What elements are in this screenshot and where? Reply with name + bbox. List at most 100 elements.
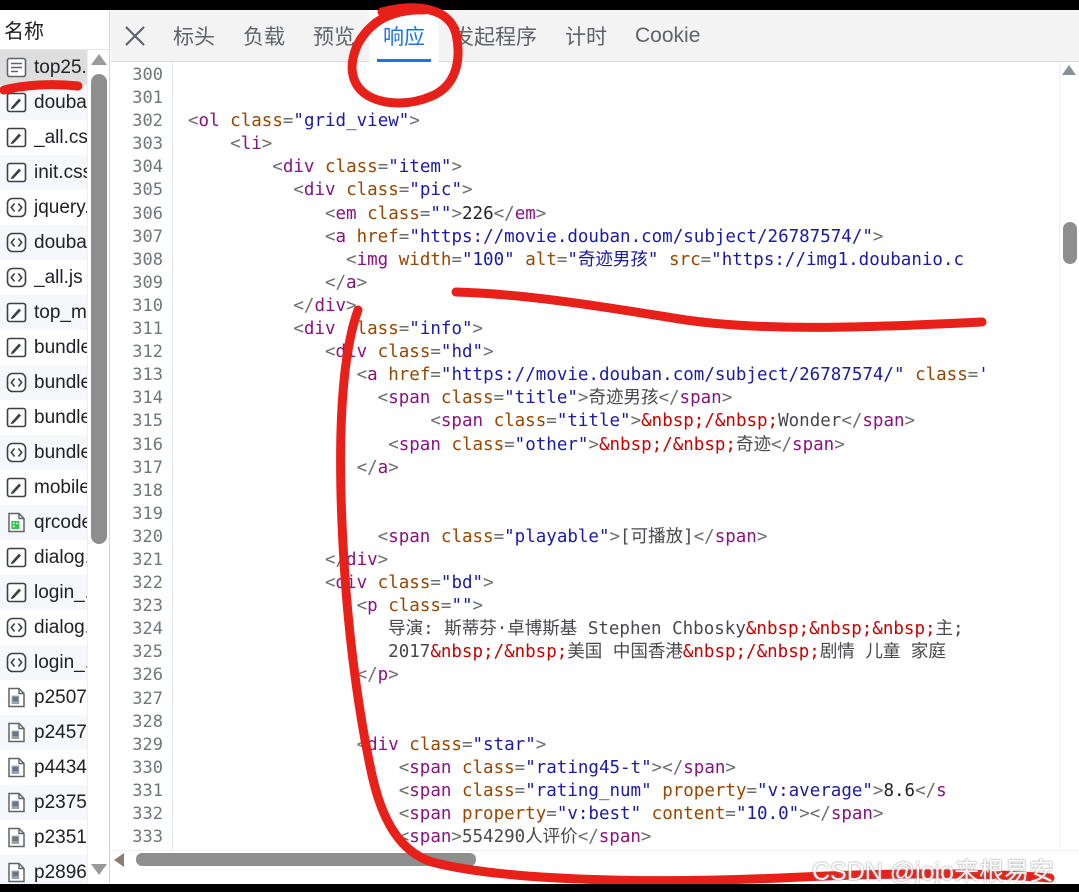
stylesheet-icon bbox=[5, 92, 27, 114]
code-line bbox=[174, 64, 1079, 87]
code-line: <span property="v:best" content="10.0"><… bbox=[174, 803, 1079, 826]
tab-item-5[interactable]: 计时 bbox=[551, 10, 621, 62]
code-line bbox=[174, 480, 1079, 503]
image-icon bbox=[5, 827, 27, 849]
line-number: 314 bbox=[111, 387, 172, 410]
document-icon bbox=[5, 57, 27, 79]
stylesheet-icon bbox=[5, 302, 27, 324]
code-vertical-scrollbar-thumb[interactable] bbox=[1063, 222, 1077, 264]
code-line bbox=[174, 503, 1079, 526]
code-line bbox=[174, 87, 1079, 110]
tab-item-2[interactable]: 预览 bbox=[299, 10, 369, 62]
code-line: </a> bbox=[174, 457, 1079, 480]
tab-response-active[interactable]: 响应 bbox=[369, 10, 439, 62]
line-number: 315 bbox=[111, 410, 172, 433]
line-number: 312 bbox=[111, 341, 172, 364]
code-line: <div class="star"> bbox=[174, 734, 1079, 757]
screenshot-root: 名称 top25...douba..._all.cssinit.cssjquer… bbox=[0, 0, 1079, 892]
sidebar-scrollbar[interactable] bbox=[87, 50, 109, 884]
tab-item-6[interactable]: Cookie bbox=[621, 10, 714, 62]
code-line: <div class="info"> bbox=[174, 318, 1079, 341]
line-number: 330 bbox=[111, 757, 172, 780]
code-line: </div> bbox=[174, 295, 1079, 318]
code-line: <div class="item"> bbox=[174, 156, 1079, 179]
code-line: <img width="100" alt="奇迹男孩" src="https:/… bbox=[174, 249, 1079, 272]
stylesheet-icon bbox=[5, 407, 27, 429]
image-icon bbox=[5, 792, 27, 814]
line-number: 329 bbox=[111, 734, 172, 757]
code-line: </a> bbox=[174, 272, 1079, 295]
line-number: 306 bbox=[111, 203, 172, 226]
script-icon bbox=[5, 197, 27, 219]
request-detail-panel: 标头负载预览响应发起程序计时Cookie 3003013023033043053… bbox=[111, 10, 1079, 884]
image-icon bbox=[5, 862, 27, 884]
line-number: 323 bbox=[111, 595, 172, 618]
code-line: <div class="hd"> bbox=[174, 341, 1079, 364]
line-number: 321 bbox=[111, 549, 172, 572]
line-number: 304 bbox=[111, 156, 172, 179]
code-line: <span class="title">奇迹男孩</span> bbox=[174, 387, 1079, 410]
code-line: <ol class="grid_view"> bbox=[174, 110, 1079, 133]
letterbox-top-bar bbox=[0, 0, 1079, 10]
image-icon bbox=[5, 722, 27, 744]
script-icon bbox=[5, 232, 27, 254]
code-line: <span class="other">&nbsp;/&nbsp;奇迹</spa… bbox=[174, 434, 1079, 457]
code-line: 导演: 斯蒂芬·卓博斯基 Stephen Chbosky&nbsp;&nbsp;… bbox=[174, 618, 1079, 641]
code-line bbox=[174, 688, 1079, 711]
stylesheet-icon bbox=[5, 162, 27, 184]
line-number: 308 bbox=[111, 249, 172, 272]
stylesheet-icon bbox=[5, 477, 27, 499]
line-number: 316 bbox=[111, 434, 172, 457]
line-number: 311 bbox=[111, 318, 172, 341]
code-line: </div> bbox=[174, 549, 1079, 572]
script-icon bbox=[5, 267, 27, 289]
code-vertical-scrollbar[interactable] bbox=[1059, 62, 1079, 867]
detail-tabbar: 标头负载预览响应发起程序计时Cookie bbox=[111, 10, 1079, 62]
scroll-up-arrow-icon[interactable] bbox=[1062, 65, 1076, 75]
code-line bbox=[174, 711, 1079, 734]
line-number: 333 bbox=[111, 826, 172, 849]
line-number: 320 bbox=[111, 526, 172, 549]
line-number: 322 bbox=[111, 572, 172, 595]
triangle-up-icon[interactable] bbox=[91, 54, 107, 68]
line-number: 328 bbox=[111, 711, 172, 734]
close-icon[interactable] bbox=[111, 10, 159, 62]
scroll-left-arrow-icon[interactable] bbox=[114, 853, 124, 867]
triangle-down-icon[interactable] bbox=[91, 864, 107, 878]
line-number-gutter: 3003013023033043053063073083093103113123… bbox=[111, 62, 173, 867]
script-icon bbox=[5, 372, 27, 394]
line-number: 317 bbox=[111, 457, 172, 480]
tab-item-4[interactable]: 发起程序 bbox=[439, 10, 551, 62]
stylesheet-icon bbox=[5, 127, 27, 149]
image-green-icon bbox=[5, 512, 27, 534]
script-icon bbox=[5, 442, 27, 464]
tab-item-1[interactable]: 负载 bbox=[229, 10, 299, 62]
response-code-viewer: 3003013023033043053063073083093103113123… bbox=[111, 62, 1079, 867]
line-number: 305 bbox=[111, 179, 172, 202]
line-number: 301 bbox=[111, 87, 172, 110]
sidebar-scrollbar-thumb[interactable] bbox=[91, 74, 107, 544]
line-number: 325 bbox=[111, 641, 172, 664]
line-number: 309 bbox=[111, 272, 172, 295]
code-line: <span class="rating45-t"></span> bbox=[174, 757, 1079, 780]
code-line: <span class="playable">[可播放]</span> bbox=[174, 526, 1079, 549]
image-icon bbox=[5, 757, 27, 779]
line-number: 326 bbox=[111, 664, 172, 687]
line-number: 307 bbox=[111, 226, 172, 249]
stylesheet-icon bbox=[5, 547, 27, 569]
code-line: <a href="https://movie.douban.com/subjec… bbox=[174, 364, 1079, 387]
tab-item-0[interactable]: 标头 bbox=[159, 10, 229, 62]
code-horizontal-scrollbar[interactable] bbox=[111, 850, 1079, 867]
code-line: <em class="">226</em> bbox=[174, 203, 1079, 226]
stylesheet-icon bbox=[5, 337, 27, 359]
line-number: 302 bbox=[111, 110, 172, 133]
line-number: 313 bbox=[111, 364, 172, 387]
code-line: 2017&nbsp;/&nbsp;美国 中国香港&nbsp;/&nbsp;剧情 … bbox=[174, 641, 1079, 664]
code-line: </p> bbox=[174, 664, 1079, 687]
stylesheet-icon bbox=[5, 582, 27, 604]
code-horizontal-scrollbar-thumb[interactable] bbox=[136, 853, 476, 866]
script-icon bbox=[5, 617, 27, 639]
file-list-item-label: _all.js bbox=[34, 267, 83, 289]
response-source-code[interactable]: <ol class="grid_view"> <li> <div class="… bbox=[174, 62, 1079, 867]
line-number: 310 bbox=[111, 295, 172, 318]
